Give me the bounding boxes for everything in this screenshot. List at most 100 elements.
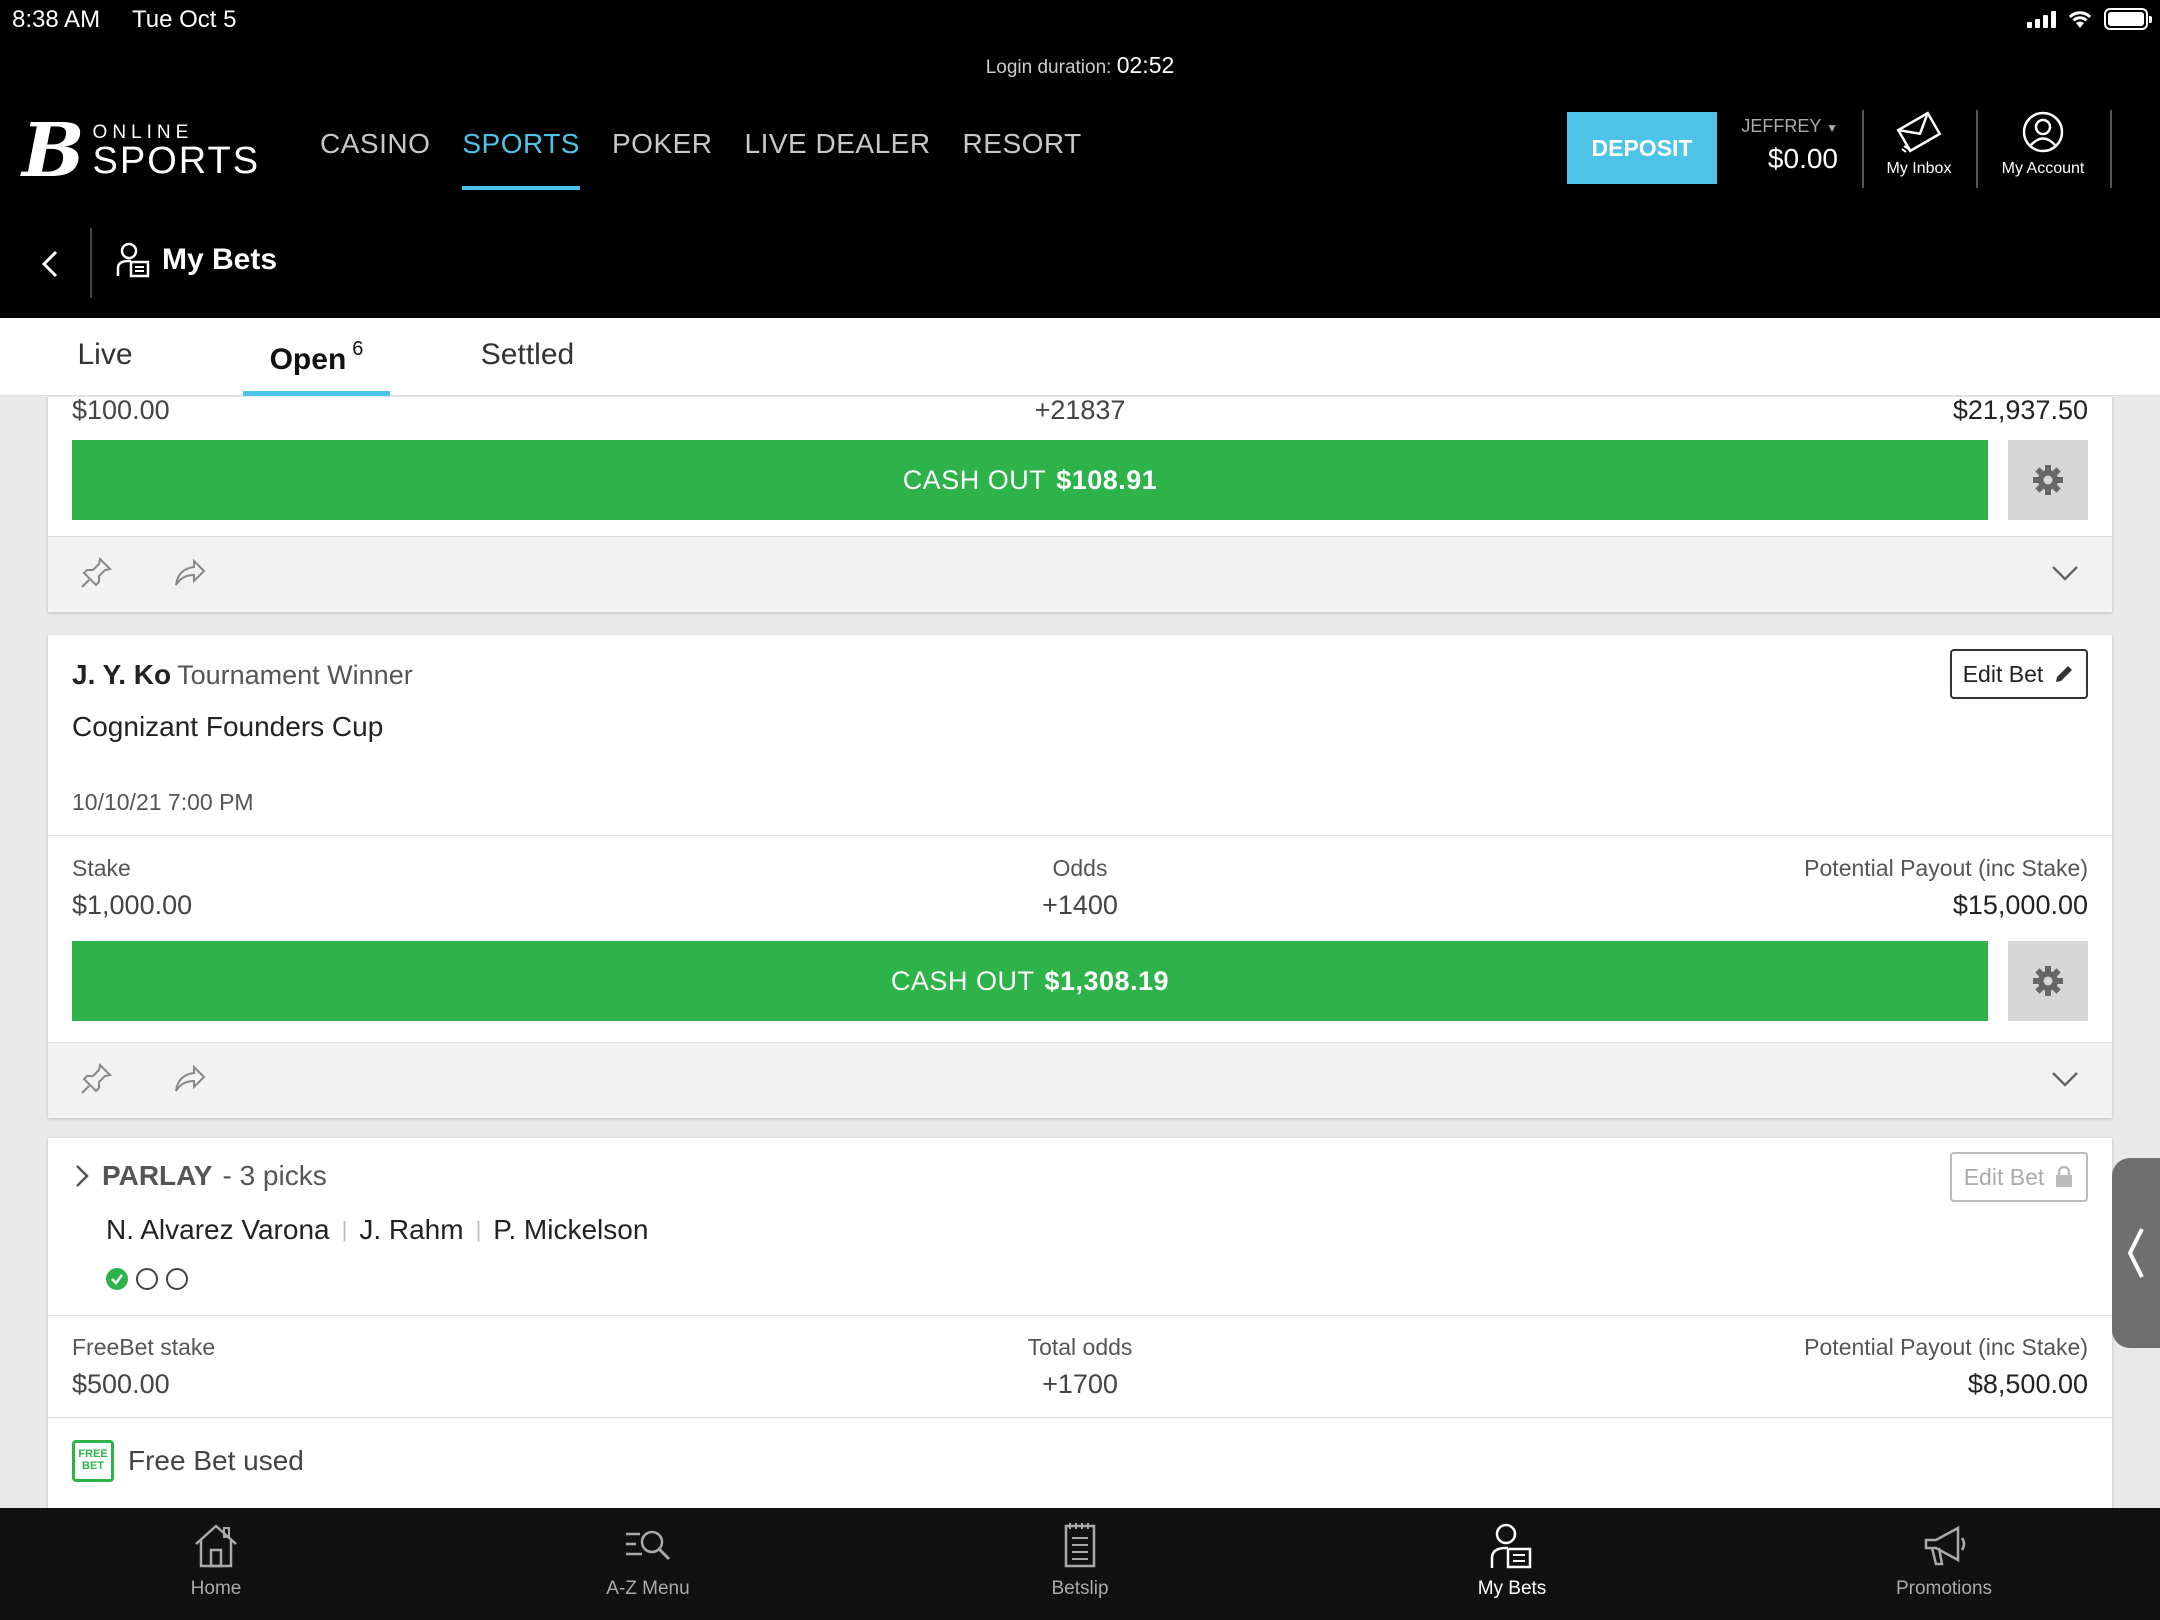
- site-header: Login duration: 02:52 B ONLINE SPORTS CA…: [0, 44, 2160, 318]
- open-count-badge: 6: [352, 338, 364, 360]
- my-bets-icon: [1490, 1523, 1532, 1569]
- user-balance-menu[interactable]: JEFFREY ▼ $0.00: [1740, 116, 1838, 175]
- az-menu-icon: [626, 1530, 671, 1561]
- nav-casino[interactable]: CASINO: [320, 128, 430, 190]
- status-time: 8:38 AM: [12, 6, 101, 33]
- cashout-settings-button[interactable]: [2008, 440, 2088, 520]
- event-name: Cognizant Founders Cup: [72, 711, 384, 742]
- divider: [48, 835, 2112, 836]
- header-divider: [1976, 110, 1978, 188]
- selection-name: J. Y. Ko: [72, 659, 172, 690]
- home-icon: [195, 1524, 237, 1568]
- divider: [48, 1315, 2112, 1316]
- bet-values-row: Stake $1,000.00 Odds +1400 Potential Payou…: [72, 855, 2088, 935]
- payout-value: $15,000.00: [1952, 890, 2088, 920]
- side-drawer-toggle[interactable]: [2112, 1158, 2160, 1348]
- bottom-nav-my-bets[interactable]: My Bets: [1296, 1508, 1728, 1620]
- page-title: My Bets: [116, 242, 277, 278]
- deposit-button[interactable]: DEPOSIT: [1567, 112, 1717, 184]
- header-divider: [2110, 110, 2112, 188]
- divider: [48, 1417, 2112, 1418]
- event-date: 10/10/21 7:00 PM: [72, 789, 254, 815]
- chevron-down-icon[interactable]: [2048, 555, 2082, 589]
- parlay-header[interactable]: PARLAY - 3 picks: [72, 1160, 327, 1192]
- nav-sports[interactable]: SPORTS: [462, 128, 580, 190]
- cellular-signal-icon: [2027, 10, 2056, 28]
- pick-open-circle-icon: [136, 1268, 158, 1290]
- user-balance: $0.00: [1767, 143, 1838, 174]
- logo-sports: SPORTS: [92, 139, 261, 182]
- pin-icon[interactable]: [78, 1061, 114, 1097]
- bet-card-footer: [48, 536, 2112, 612]
- bet-card: J. Y. Ko Tournament Winner Edit Bet Cogni…: [48, 635, 2112, 1118]
- megaphone-icon: [1924, 1525, 1966, 1566]
- parlay-type: PARLAY: [102, 1160, 213, 1191]
- gear-icon: [2033, 465, 2063, 495]
- bottom-nav-betslip[interactable]: Betslip: [864, 1508, 1296, 1620]
- odds-value: +1400: [1042, 890, 1118, 920]
- picks-count: - 3 picks: [222, 1160, 327, 1191]
- cashout-settings-button[interactable]: [2008, 941, 2088, 1021]
- my-inbox-label: My Inbox: [1886, 160, 1952, 177]
- logo-b: B: [22, 108, 85, 194]
- my-account-button[interactable]: My Account: [1988, 110, 2098, 178]
- pin-icon[interactable]: [78, 555, 114, 591]
- borgata-logo[interactable]: B ONLINE SPORTS: [22, 114, 260, 188]
- page-title-text: My Bets: [162, 243, 278, 276]
- share-icon[interactable]: [172, 1061, 208, 1097]
- bets-tabs: Live Open 6 Settled: [0, 318, 2160, 396]
- my-inbox-button[interactable]: My Inbox: [1864, 110, 1974, 178]
- bottom-nav-home[interactable]: Home: [0, 1508, 432, 1620]
- payout-label: Potential Payout (inc Stake): [1804, 855, 2088, 881]
- chevron-left-icon: [2127, 1228, 2144, 1278]
- login-duration: Login duration: 02:52: [985, 52, 1175, 78]
- my-account-label: My Account: [2001, 160, 2085, 177]
- freebet-used-row: FREE BET Free Bet used: [72, 1440, 304, 1482]
- chevron-right-icon: [76, 1165, 89, 1187]
- nav-live-dealer[interactable]: LIVE DEALER: [745, 128, 931, 190]
- pick-status-indicators: [106, 1268, 188, 1290]
- pick-name: N. Alvarez Varona: [106, 1214, 330, 1245]
- cash-out-button[interactable]: CASH OUT $1,308.19: [72, 941, 1988, 1021]
- bottom-nav-az-menu[interactable]: A-Z Menu: [432, 1508, 864, 1620]
- freebet-used-text: Free Bet used: [128, 1445, 304, 1476]
- user-name: JEFFREY: [1741, 116, 1822, 136]
- nav-poker[interactable]: POKER: [612, 128, 713, 190]
- bet-card: $100.00 +21837 $21,937.50 CASH OUT $108.9…: [48, 397, 2112, 612]
- main-nav: CASINO SPORTS POKER LIVE DEALER RESORT: [320, 128, 1082, 190]
- pencil-icon: [2056, 666, 2073, 682]
- payout-value: $8,500.00: [1967, 1369, 2088, 1399]
- edit-bet-button-locked[interactable]: Edit Bet: [1950, 1152, 2088, 1202]
- betslip-icon: [1064, 1523, 1096, 1568]
- my-bets-icon: [116, 242, 150, 278]
- odds-value: +21837: [1034, 397, 1126, 425]
- bet-values-row: FreeBet stake $500.00 Total odds +1700 Pot…: [72, 1334, 2088, 1414]
- battery-icon: [2104, 8, 2152, 30]
- pick-open-circle-icon: [166, 1268, 188, 1290]
- free-bet-badge-icon: FREE BET: [72, 1440, 114, 1482]
- odds-value: +1700: [1042, 1369, 1118, 1399]
- payout-label: Potential Payout (inc Stake): [1804, 1334, 2088, 1360]
- status-icons: [2027, 8, 2152, 30]
- total-odds-label: Total odds: [1027, 1334, 1133, 1360]
- caret-down-icon: ▼: [1826, 121, 1838, 135]
- bets-list[interactable]: $100.00 +21837 $21,937.50 CASH OUT $108.9…: [0, 397, 2160, 1508]
- bottom-nav: Home A-Z Menu Betslip My Bets Promotions: [0, 1508, 2160, 1620]
- account-icon: [2022, 111, 2064, 153]
- edit-bet-button[interactable]: Edit Bet: [1950, 649, 2088, 699]
- nav-resort[interactable]: RESORT: [963, 128, 1082, 190]
- back-chevron-icon[interactable]: [30, 244, 70, 284]
- bottom-nav-promotions[interactable]: Promotions: [1728, 1508, 2160, 1620]
- logo-online: ONLINE: [92, 121, 194, 143]
- subheader-divider: [90, 228, 92, 298]
- bet-selection: J. Y. Ko Tournament Winner: [72, 659, 413, 691]
- tab-live[interactable]: Live: [50, 318, 160, 396]
- login-duration-value: 02:52: [1116, 52, 1175, 78]
- share-icon[interactable]: [172, 555, 208, 591]
- payout-value: $21,937.50: [1952, 397, 2088, 425]
- cash-out-button[interactable]: CASH OUT $108.91: [72, 440, 1988, 520]
- chevron-down-icon[interactable]: [2048, 1061, 2082, 1095]
- market-name: Tournament Winner: [177, 660, 413, 690]
- tab-open[interactable]: Open 6: [243, 318, 390, 396]
- tab-settled[interactable]: Settled: [470, 318, 585, 396]
